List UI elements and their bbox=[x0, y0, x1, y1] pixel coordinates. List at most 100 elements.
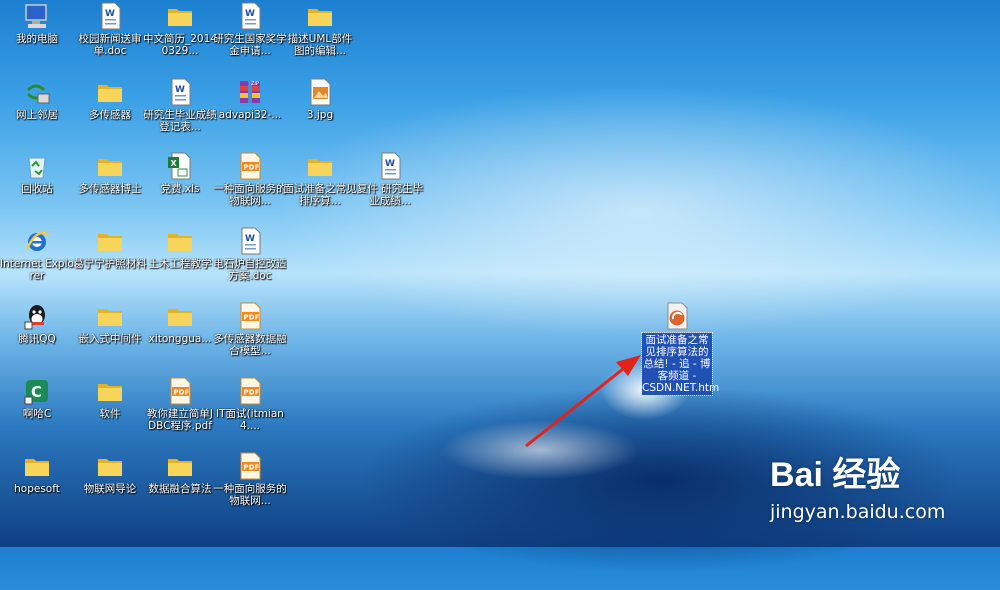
selected-icon-label: 面试准备之常见排序算法的总结! - 追 - 博客频道 - CSDN.NET.ht… bbox=[641, 332, 720, 396]
wallpaper-ripple bbox=[440, 420, 640, 480]
desktop-icon-19[interactable]: 土木工程教学 bbox=[143, 225, 217, 297]
desktop-icon-label: 党费.xls bbox=[160, 183, 200, 195]
desktop-icon-14[interactable]: PDF 一种面向服务的物联网... bbox=[213, 150, 287, 222]
excel-icon: X bbox=[166, 152, 194, 180]
svg-text:PDF: PDF bbox=[244, 314, 260, 322]
folder-icon bbox=[166, 302, 194, 330]
desktop-icon-32[interactable]: PDF 一种面向服务的物联网... bbox=[213, 450, 287, 522]
word-doc-icon: W bbox=[376, 152, 404, 180]
svg-text:PDF: PDF bbox=[244, 164, 260, 172]
svg-text:W: W bbox=[175, 85, 185, 95]
desktop-icon-20[interactable]: W 电石炉自控改造方案.doc bbox=[213, 225, 287, 297]
desktop-icon-label: IT面试(itmian4.... bbox=[216, 408, 284, 432]
desktop-icon-1[interactable]: 我的电脑 bbox=[0, 0, 74, 72]
ie-icon bbox=[23, 227, 51, 255]
svg-text:PDF: PDF bbox=[244, 389, 260, 397]
desktop-icon-31[interactable]: 数据融合算法 bbox=[143, 450, 217, 522]
desktop-icon-label: 电石炉自控改造方案.doc bbox=[213, 258, 287, 282]
desktop-icon-label: hopesoft bbox=[14, 483, 60, 495]
desktop-icon-18[interactable]: 葛宁宁护照材料 bbox=[73, 225, 147, 297]
word-doc-icon: W bbox=[236, 2, 264, 30]
desktop-icon-label: 我的电脑 bbox=[16, 33, 58, 45]
desktop-icon-label: xitonggua... bbox=[148, 333, 212, 345]
desktop-icon-27[interactable]: PDF 教你建立简单JDBC程序.pdf bbox=[143, 375, 217, 447]
htm-file-icon bbox=[667, 302, 688, 330]
pdf-icon: PDF bbox=[236, 377, 264, 405]
desktop-icon-label: 嵌入式中间件 bbox=[78, 333, 142, 345]
folder-icon bbox=[96, 452, 124, 480]
desktop-icon-7[interactable]: 多传感器 bbox=[73, 76, 147, 148]
word-doc-icon: W bbox=[96, 2, 124, 30]
svg-text:X: X bbox=[171, 159, 178, 168]
desktop-icon-label: 数据融合算法 bbox=[148, 483, 212, 495]
folder-icon bbox=[96, 377, 124, 405]
svg-text:C: C bbox=[31, 383, 42, 401]
desktop-icon-4[interactable]: W 研究生国家奖学金申请... bbox=[213, 0, 287, 72]
desktop-icon-29[interactable]: hopesoft bbox=[0, 450, 74, 522]
desktop-icon-17[interactable]: Internet Explorer bbox=[0, 225, 74, 297]
pdf-icon: PDF bbox=[236, 152, 264, 180]
desktop-icon-28[interactable]: PDF IT面试(itmian4.... bbox=[213, 375, 287, 447]
folder-icon bbox=[96, 78, 124, 106]
network-icon bbox=[23, 78, 51, 106]
desktop-icon-15[interactable]: 面试准备之常见排序算... bbox=[283, 150, 357, 222]
desktop-icon-23[interactable]: xitonggua... bbox=[143, 300, 217, 372]
baidu-logo: Bai 经验 bbox=[770, 456, 901, 494]
desktop-icon-label: 面试准备之常见排序算... bbox=[283, 183, 357, 207]
desktop-icon-30[interactable]: 物联网导论 bbox=[73, 450, 147, 522]
svg-text:W: W bbox=[245, 9, 255, 19]
desktop-icon-24[interactable]: PDF 多传感器数据融合模型... bbox=[213, 300, 287, 372]
desktop-icon-label: 软件 bbox=[99, 408, 121, 420]
selected-htm-file-icon[interactable]: 面试准备之常见排序算法的总结! - 追 - 博客频道 - CSDN.NET.ht… bbox=[640, 300, 720, 396]
desktop-icon-2[interactable]: W 校园新闻送审单.doc bbox=[73, 0, 147, 72]
desktop-icon-26[interactable]: 软件 bbox=[73, 375, 147, 447]
desktop-icon-3[interactable]: 中文简历_20140329... bbox=[143, 0, 217, 72]
desktop-icon-label: 腾讯QQ bbox=[18, 333, 56, 345]
svg-text:PDF: PDF bbox=[244, 464, 260, 472]
desktop-icon-25[interactable]: C 啊哈C bbox=[0, 375, 74, 447]
desktop-icon-label: 葛宁宁护照材料 bbox=[73, 258, 147, 270]
desktop-icon-12[interactable]: 多传感器博士 bbox=[73, 150, 147, 222]
desktop-icon-6[interactable]: 网上邻居 bbox=[0, 76, 74, 148]
pdf-icon: PDF bbox=[236, 302, 264, 330]
svg-text:PDF: PDF bbox=[174, 389, 190, 397]
desktop-icon-label: 研究生国家奖学金申请... bbox=[213, 33, 287, 57]
desktop-icon-16[interactable]: W 复件 研究生毕业成绩... bbox=[353, 150, 427, 222]
desktop-icon-8[interactable]: W 研究生毕业成绩登记表... bbox=[143, 76, 217, 148]
desktop-icon-label: advapi32-... bbox=[218, 109, 282, 121]
folder-icon bbox=[23, 452, 51, 480]
desktop-icon-13[interactable]: X 党费.xls bbox=[143, 150, 217, 222]
image-icon bbox=[306, 78, 334, 106]
desktop-icon-22[interactable]: 嵌入式中间件 bbox=[73, 300, 147, 372]
desktop-icon-label: Internet Explorer bbox=[0, 258, 74, 282]
desktop-icon-label: 啊哈C bbox=[22, 408, 52, 420]
svg-text:W: W bbox=[385, 159, 395, 169]
folder-icon bbox=[306, 2, 334, 30]
desktop-icon-9[interactable]: ZIP advapi32-... bbox=[213, 76, 287, 148]
desktop-icon-label: 校园新闻送审单.doc bbox=[78, 33, 142, 57]
desktop-icon-10[interactable]: 3.jpg bbox=[283, 76, 357, 148]
pdf-icon: PDF bbox=[236, 452, 264, 480]
desktop-icon-label: 网上邻居 bbox=[16, 109, 58, 121]
svg-text:W: W bbox=[245, 234, 255, 244]
baidu-jingyan-watermark: Bai 经验 jingyan.baidu.com bbox=[770, 455, 990, 535]
desktop-icon-label: 3.jpg bbox=[306, 109, 334, 121]
winrar-icon: ZIP bbox=[236, 78, 264, 106]
aha-c-icon: C bbox=[23, 377, 51, 405]
desktop-icon-5[interactable]: 描述UML部件图的编辑... bbox=[283, 0, 357, 72]
recycle-bin-icon bbox=[23, 152, 51, 180]
folder-icon bbox=[96, 302, 124, 330]
desktop-icon-label: 多传感器 bbox=[89, 109, 131, 121]
desktop-icon-label: 一种面向服务的物联网... bbox=[213, 183, 287, 207]
folder-icon bbox=[166, 452, 194, 480]
desktop-icon-label: 回收站 bbox=[21, 183, 53, 195]
folder-icon bbox=[96, 227, 124, 255]
desktop-icon-label: 物联网导论 bbox=[83, 483, 137, 495]
desktop-icon-label: 多传感器博士 bbox=[78, 183, 142, 195]
watermark-url: jingyan.baidu.com bbox=[770, 501, 946, 523]
desktop-icon-21[interactable]: 腾讯QQ bbox=[0, 300, 74, 372]
folder-icon bbox=[166, 227, 194, 255]
qq-icon bbox=[23, 302, 51, 330]
folder-icon bbox=[96, 152, 124, 180]
desktop-icon-11[interactable]: 回收站 bbox=[0, 150, 74, 222]
